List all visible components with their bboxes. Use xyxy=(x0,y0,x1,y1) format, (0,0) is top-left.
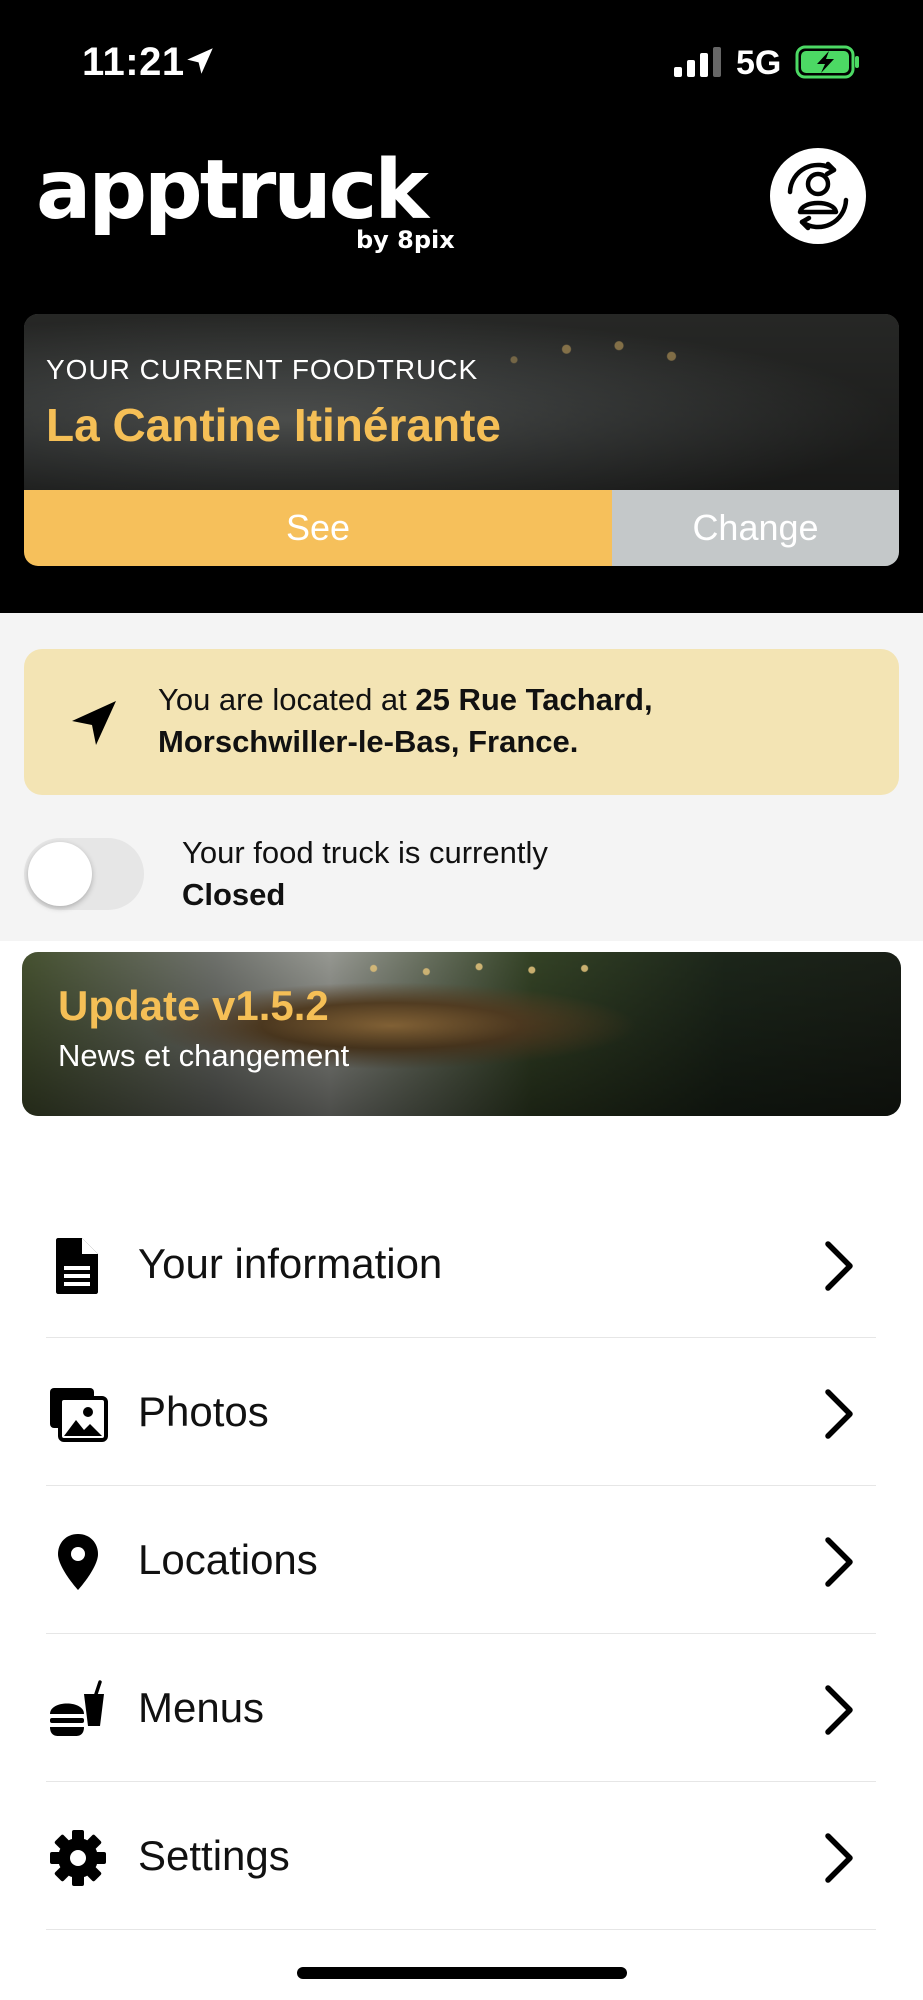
home-indicator[interactable] xyxy=(297,1967,627,1979)
location-arrow-icon xyxy=(187,48,213,74)
user-switch-icon xyxy=(787,161,849,231)
current-foodtruck-name: La Cantine Itinérante xyxy=(46,399,501,451)
signal-bars-icon xyxy=(674,47,721,77)
current-foodtruck-label: YOUR CURRENT FOODTRUCK xyxy=(46,354,479,385)
switch-profile-button[interactable] xyxy=(770,148,866,244)
menu-item-settings[interactable]: Settings xyxy=(46,1782,876,1930)
document-icon xyxy=(56,1238,98,1294)
truck-status-value: Closed xyxy=(182,877,286,912)
menu-label: Locations xyxy=(138,1536,318,1583)
navigation-arrow-icon xyxy=(72,701,116,745)
update-banner[interactable]: Update v1.5.2 News et changement xyxy=(22,952,901,1116)
chevron-right-icon xyxy=(825,1537,853,1587)
location-text: You are located at 25 Rue Tachard, Morsc… xyxy=(158,679,858,763)
see-button[interactable]: See xyxy=(24,490,612,566)
menu-label: Your information xyxy=(138,1240,443,1287)
photos-icon xyxy=(50,1388,108,1442)
current-foodtruck-card: YOUR CURRENT FOODTRUCK La Cantine Itinér… xyxy=(24,314,899,566)
menu-label: Settings xyxy=(138,1832,290,1879)
open-closed-toggle[interactable] xyxy=(24,838,144,910)
burger-drink-icon xyxy=(50,1680,104,1736)
chevron-right-icon xyxy=(825,1685,853,1735)
chevron-right-icon xyxy=(825,1833,853,1883)
logo-text: apptruck xyxy=(36,143,429,238)
menu-label: Photos xyxy=(138,1388,269,1435)
menu-item-locations[interactable]: Locations xyxy=(46,1486,876,1634)
location-card: You are located at 25 Rue Tachard, Morsc… xyxy=(24,649,899,795)
menu-item-photos[interactable]: Photos xyxy=(46,1338,876,1486)
update-subtitle: News et changement xyxy=(58,1038,350,1073)
gear-icon xyxy=(50,1830,106,1886)
toggle-knob xyxy=(28,842,92,906)
menu-item-your-information[interactable]: Your information xyxy=(46,1190,876,1338)
truck-status-caption: Your food truck is currently xyxy=(182,835,548,870)
location-prefix: You are located at xyxy=(158,682,416,717)
status-time: 11:21 xyxy=(82,40,185,84)
menu-label: Menus xyxy=(138,1684,265,1731)
change-button[interactable]: Change xyxy=(612,490,899,566)
logo-byline: by 8pix xyxy=(356,226,455,254)
map-pin-icon xyxy=(58,1534,98,1590)
update-title: Update v1.5.2 xyxy=(58,982,329,1029)
settings-menu: Your information Photos Locations Menus … xyxy=(46,1190,876,1930)
app-logo: apptruck by 8pix xyxy=(36,150,466,260)
battery-charging-icon xyxy=(795,45,859,79)
truck-status-text: Your food truck is currently Closed xyxy=(182,832,548,916)
chevron-right-icon xyxy=(825,1389,853,1439)
status-bar: 11:21 5G xyxy=(0,0,923,120)
network-type: 5G xyxy=(736,44,782,82)
menu-item-menus[interactable]: Menus xyxy=(46,1634,876,1782)
chevron-right-icon xyxy=(825,1241,853,1291)
app-header: 11:21 5G apptruck by 8pix YOUR CURRENT F… xyxy=(0,0,923,613)
